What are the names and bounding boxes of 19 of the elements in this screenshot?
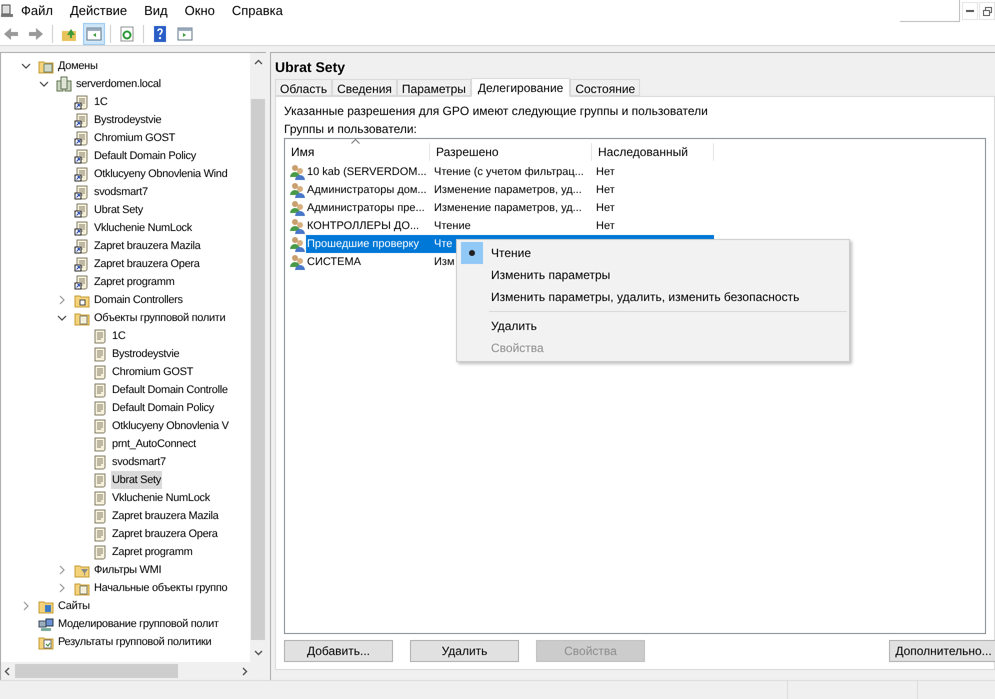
table-cell: Изм: [434, 256, 455, 268]
description-text: Указанные разрешения для GPO имеют следующие группы и пользователи: [284, 103, 709, 120]
table-cell: Администраторы дом...: [307, 184, 427, 196]
table-cell: Нет: [596, 220, 615, 232]
table-cell: Чтение: [434, 220, 471, 232]
table-cell: Нет: [596, 166, 615, 178]
table-cell: Прошедшие проверку: [307, 238, 419, 250]
table-cell: Изменение параметров, уд...: [434, 202, 582, 214]
list-label: Группы и пользователи:: [284, 121, 418, 138]
table-cell: Чте: [434, 238, 452, 250]
table-cell: 10 kab (SERVERDOM...: [307, 166, 427, 178]
panel-title: Ubrat Sety: [274, 58, 346, 77]
table-cell: Нет: [596, 184, 615, 196]
table-cell: Чтение (с учетом фильтрац...: [434, 166, 584, 178]
table-cell: Нет: [596, 202, 615, 214]
table-cell: СИСТЕМА: [307, 256, 361, 268]
table-cell: КОНТРОЛЛЕРЫ ДО...: [307, 220, 420, 232]
table-cell: Администраторы пре...: [307, 202, 425, 214]
table-cell: Изменение параметров, уд...: [434, 184, 582, 196]
